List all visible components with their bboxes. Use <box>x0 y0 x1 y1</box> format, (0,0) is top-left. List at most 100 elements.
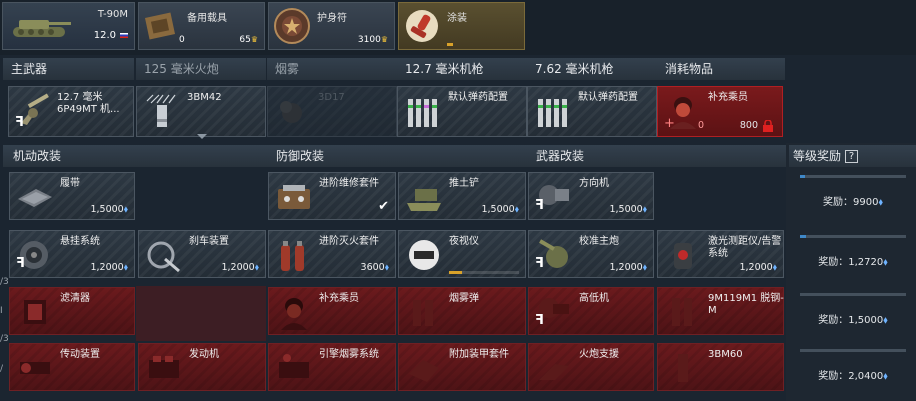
mod-repair-kit[interactable]: 进阶维修套件 ✔ <box>268 172 396 220</box>
mod-label: 悬挂系统 <box>60 236 100 247</box>
decal-card[interactable]: 涂装 <box>398 2 525 50</box>
mod-label: 刹车装置 <box>189 236 229 247</box>
mg-ammo-label: 默认弹药配置 <box>578 92 638 103</box>
decal-stamp-icon <box>406 10 438 42</box>
mod-night-vision[interactable]: 夜视仪 <box>398 230 526 278</box>
rp-icon: ⬧ <box>878 197 883 208</box>
mod-artillery[interactable]: 火炮支援 <box>528 343 654 391</box>
reward-label: 奖励： <box>823 197 854 208</box>
mod-fire-extinguisher[interactable]: 进阶灭火套件 3600⬧ <box>268 230 396 278</box>
consumable-header: 消耗物品 <box>657 58 785 80</box>
chevron-down-icon <box>197 134 207 139</box>
mod-cost: 1,5000⬧ <box>609 204 647 215</box>
mod-label: 9M119M1 脱钢-M <box>708 293 784 316</box>
toolkit-icon <box>278 185 310 209</box>
tank-icon <box>13 20 71 37</box>
rank-reward-text: 奖励：1,5000⬧ <box>790 311 916 326</box>
mod-apfsds[interactable]: 3BM60 <box>657 343 784 391</box>
rank-progress-bar <box>800 349 906 352</box>
reward-label: 奖励： <box>818 257 849 268</box>
hmg-ammo-slot[interactable]: 默认弹药配置 <box>397 86 527 137</box>
mod-label: 烟雾弹 <box>449 293 479 304</box>
rp-icon: ⬧ <box>384 262 389 273</box>
main-weapon-label1: 12.7 毫米 <box>57 92 103 103</box>
wrench-icon: ꟻ <box>535 256 544 271</box>
mod-filters[interactable]: 滤清器 <box>9 287 135 335</box>
hmg-header: 12.7 毫米机枪 <box>397 58 527 80</box>
laser-rangefinder-icon <box>674 243 692 269</box>
filter-icon <box>24 300 46 324</box>
mod-dozer[interactable]: 推土铲 1,5000⬧ <box>398 172 526 220</box>
reward-value: 9900 <box>853 197 879 208</box>
mod-label: 补充乘员 <box>319 293 359 304</box>
mod-label: 方向机 <box>579 178 609 189</box>
checkmark-icon: ✔ <box>378 199 389 214</box>
mod-label: 进阶灭火套件 <box>319 236 379 247</box>
decal-progress <box>447 43 453 46</box>
backup-vehicle-card[interactable]: 备用载具 0 65♛ <box>138 2 265 50</box>
mod-transmission[interactable]: 传动装置 <box>9 343 135 391</box>
talisman-card[interactable]: 护身符 3100♛ <box>268 2 395 50</box>
rank-reward-row: 奖励：1,2720⬧ <box>790 229 916 284</box>
mod-tracks[interactable]: 履带 1,5000⬧ <box>9 172 135 220</box>
rp-icon: ⬧ <box>883 315 888 326</box>
firepower-section-header: 武器改装 <box>526 145 786 167</box>
talisman-price: 3100 <box>357 35 381 45</box>
engine-smoke-icon <box>279 354 309 378</box>
rp-icon: ⬧ <box>642 262 647 273</box>
mod-atgm[interactable]: 9M119M1 脱钢-M <box>657 287 784 335</box>
add-plus-icon[interactable]: + <box>664 116 675 131</box>
backup-price-wrap: 65♛ <box>239 35 258 45</box>
smoke-label: 3D17 <box>318 92 345 103</box>
backup-price: 65 <box>239 35 251 45</box>
mod-cost-value: 3600 <box>360 262 385 273</box>
rank-reward-title: 等级奖励 <box>793 149 842 163</box>
mod-label: 发动机 <box>189 349 219 360</box>
smoke-grenade-icon <box>280 101 302 123</box>
rank-reward-row: 奖励：1,5000⬧ <box>790 287 916 342</box>
mod-engine[interactable]: 发动机 <box>138 343 266 391</box>
brake-disc-icon <box>147 241 180 273</box>
help-icon[interactable]: ? <box>845 150 859 163</box>
mg-ammo-slot[interactable]: 默认弹药配置 <box>527 86 657 137</box>
smoke-slot[interactable]: 3D17 <box>267 86 397 137</box>
vehicle-card[interactable]: T-90M 12.0 <box>2 2 135 50</box>
rank-reward-header: 等级奖励? <box>789 145 916 167</box>
rank-progress-bar <box>800 293 906 296</box>
crew-replenish-label: 补充乘员 <box>708 92 748 103</box>
wrench-icon: ꟻ <box>535 198 544 213</box>
rank-reward-row: 奖励：9900⬧ <box>790 169 916 224</box>
armor-plate-icon <box>409 360 439 382</box>
tier-mark: /3 <box>0 277 9 287</box>
talisman-emblem-icon <box>274 8 310 44</box>
rp-icon: ⬧ <box>123 204 128 215</box>
smoke-header: 烟雾 <box>267 58 397 80</box>
main-weapon-slot[interactable]: ꟻ 12.7 毫米 6P49MT 机... <box>8 86 134 137</box>
crew-replenish-slot[interactable]: 补充乘员 + 0 800 <box>657 86 783 137</box>
mod-engine-smoke[interactable]: 引擎烟雾系统 <box>268 343 396 391</box>
rank-progress-bar <box>800 235 906 238</box>
mg-header: 7.62 毫米机枪 <box>527 58 657 80</box>
mod-smoke-shell[interactable]: 烟雾弹 <box>398 287 526 335</box>
mod-label: 附加装甲套件 <box>449 349 509 360</box>
russia-flag-icon <box>120 33 128 38</box>
mod-add-armor[interactable]: 附加装甲套件 <box>398 343 526 391</box>
mod-suspension[interactable]: ꟻ 悬挂系统 1,2000⬧ <box>9 230 135 278</box>
mod-laser-warning[interactable]: 激光测距仪/告警系统 1,2000⬧ <box>657 230 784 278</box>
mod-traverse[interactable]: ꟻ 方向机 1,5000⬧ <box>528 172 654 220</box>
rp-icon: ⬧ <box>254 262 259 273</box>
mod-brakes[interactable]: 刹车装置 1,2000⬧ <box>138 230 266 278</box>
crew-price: 800 <box>739 120 758 131</box>
mod-adjust-cannon[interactable]: ꟻ 校准主炮 1,2000⬧ <box>528 230 654 278</box>
engine-icon <box>149 356 179 378</box>
wrench-icon: ꟻ <box>16 256 25 271</box>
cannon-ammo-slot[interactable]: 3BM42 <box>136 86 266 137</box>
mod-elevation[interactable]: ꟻ 高低机 <box>528 287 654 335</box>
mod-crew-replenish[interactable]: 补充乘员 <box>268 287 396 335</box>
mod-cost: 1,2000⬧ <box>739 262 777 273</box>
rp-icon: ⬧ <box>883 257 888 268</box>
mod-cost-value: 1,5000 <box>609 204 643 215</box>
gold-eagle-icon: ♛ <box>250 35 258 44</box>
wrench-icon: ꟻ <box>15 115 24 130</box>
mod-cost: 1,2000⬧ <box>221 262 259 273</box>
